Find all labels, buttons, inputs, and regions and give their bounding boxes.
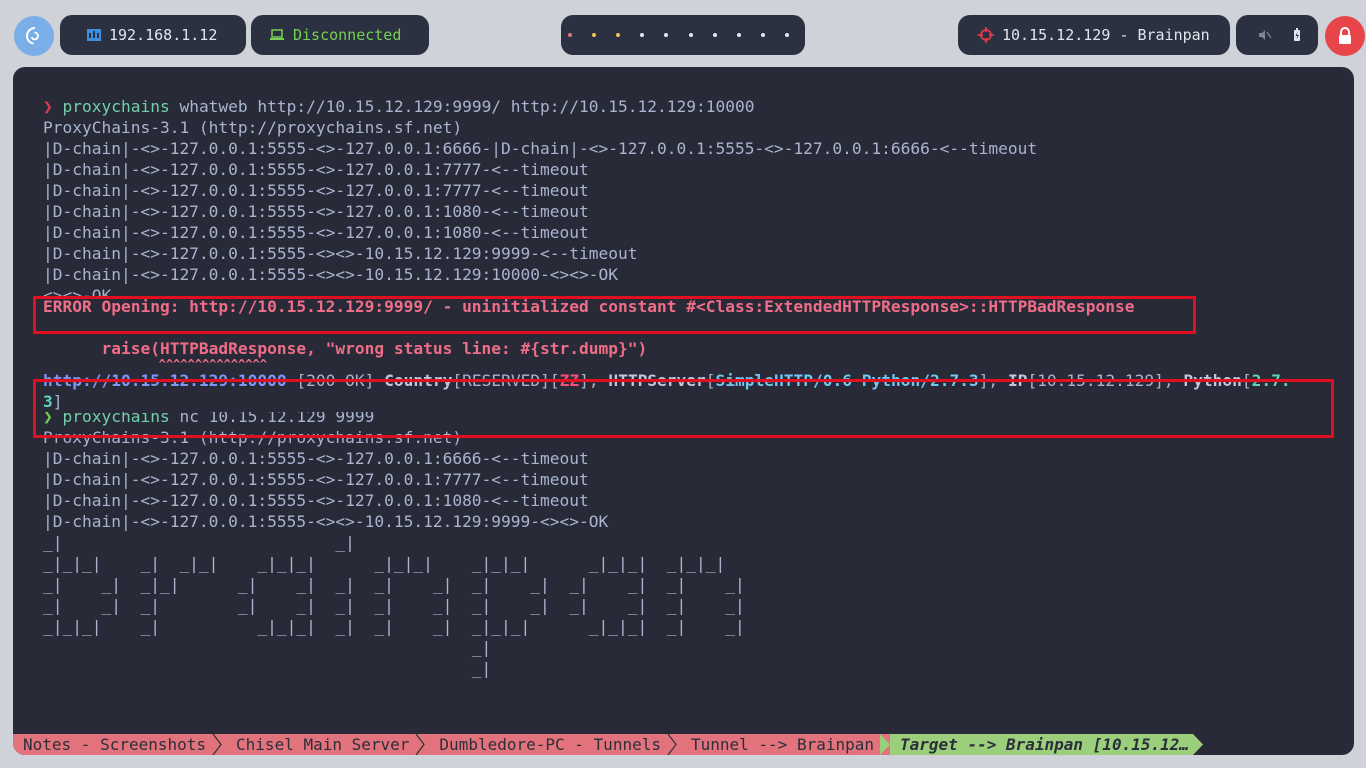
output-line: |D-chain|-<>-127.0.0.1:5555-<>-127.0.0.1… bbox=[43, 181, 589, 200]
output-line: ProxyChains-3.1 (http://proxychains.sf.n… bbox=[43, 428, 463, 447]
error-line: ERROR Opening: http://10.15.12.129:9999/… bbox=[43, 297, 1135, 316]
country-key: Country bbox=[384, 371, 453, 390]
workspace-5[interactable] bbox=[664, 33, 669, 37]
vpn-status-widget[interactable]: Disconnected bbox=[251, 15, 429, 55]
ip-key: IP bbox=[1007, 371, 1028, 390]
window-label: Notes - Screenshots bbox=[23, 735, 207, 754]
output-line: |D-chain|-<>-127.0.0.1:5555-<>-127.0.0.1… bbox=[43, 491, 589, 510]
prompt-line-2: ❯ proxychains nc 10.15.12.129 9999 bbox=[43, 412, 1344, 427]
whatweb-result-line-2: 3] bbox=[43, 392, 63, 411]
country-code: ZZ bbox=[559, 371, 580, 390]
volume-muted-icon[interactable] bbox=[1258, 28, 1272, 42]
output-line: <><>-OK bbox=[43, 286, 112, 296]
window-label: Dumbledore-PC - Tunnels bbox=[439, 735, 661, 754]
chevron-right-icon bbox=[667, 734, 677, 755]
workspace-7[interactable] bbox=[712, 33, 717, 37]
window-label: Tunnel --> Brainpan bbox=[690, 735, 875, 754]
workspace-3[interactable] bbox=[616, 33, 621, 37]
output-line: |D-chain|-<>-127.0.0.1:5555-<><>-10.15.1… bbox=[43, 265, 618, 284]
workspace-1[interactable] bbox=[568, 33, 572, 37]
banner-line: _| bbox=[43, 638, 492, 657]
output-line: |D-chain|-<>-127.0.0.1:5555-<>-127.0.0.1… bbox=[43, 160, 589, 179]
debian-logo-icon bbox=[25, 27, 39, 45]
local-ip-widget[interactable]: 192.168.1.12 bbox=[60, 15, 246, 55]
prompt-line-1: ❯ proxychains whatweb http://10.15.12.12… bbox=[43, 96, 1344, 117]
output-line: |D-chain|-<>-127.0.0.1:5555-<>-127.0.0.1… bbox=[43, 223, 589, 242]
tmux-window-1[interactable]: Notes - Screenshots bbox=[13, 734, 227, 755]
chevron-right-icon bbox=[880, 734, 891, 755]
tmux-window-2[interactable]: Chisel Main Server bbox=[226, 734, 430, 755]
server-value: SimpleHTTP/0.6 Python/2.7.3 bbox=[715, 371, 979, 390]
laptop-icon bbox=[270, 29, 284, 40]
python-value: 2.7. bbox=[1251, 371, 1291, 390]
local-ip-text: 192.168.1.12 bbox=[109, 26, 218, 44]
output-line: ProxyChains-3.1 (http://proxychains.sf.n… bbox=[43, 118, 463, 137]
banner-line: _| _| _|_| _| _| _| _| _| _| _| _| _| _|… bbox=[43, 575, 745, 594]
os-menu-button[interactable] bbox=[14, 16, 54, 56]
command-args: whatweb http://10.15.12.129:9999/ http:/… bbox=[169, 97, 755, 116]
banner-line: _|_|_| _| _|_| _|_|_| _|_|_| _|_|_| _|_|… bbox=[43, 554, 726, 573]
python-key: Python bbox=[1183, 371, 1242, 390]
command-binary: proxychains bbox=[62, 97, 170, 116]
chevron-right-icon bbox=[212, 734, 222, 755]
output-line: |D-chain|-<>-127.0.0.1:5555-<>-127.0.0.1… bbox=[43, 202, 589, 221]
system-tray bbox=[1236, 15, 1318, 55]
command-args: nc 10.15.12.129 9999 bbox=[169, 412, 375, 426]
output-line: |D-chain|-<>-127.0.0.1:5555-<><>-10.15.1… bbox=[43, 512, 609, 531]
crosshair-icon bbox=[978, 27, 994, 43]
workspace-2[interactable] bbox=[592, 33, 597, 37]
workspace-9[interactable] bbox=[760, 33, 765, 37]
terminal-output: ❯ proxychains whatweb http://10.15.12.12… bbox=[43, 96, 1344, 679]
tmux-window-active[interactable]: Target --> Brainpan [10.15.12… bbox=[890, 734, 1203, 755]
whatweb-result-line-1: http://10.15.12.129:10000 [200 OK] Count… bbox=[43, 371, 1291, 390]
top-bar: 192.168.1.12 Disconnected 10.15.12.129 -… bbox=[0, 0, 1366, 68]
banner-line: _| _| bbox=[43, 533, 355, 552]
banner-line: _| bbox=[43, 659, 492, 678]
window-label: Target --> Brainpan [10.15.12… bbox=[900, 735, 1189, 754]
result-status: [200 OK] bbox=[286, 371, 385, 390]
workspace-switcher[interactable] bbox=[561, 15, 805, 55]
tmux-window-3[interactable]: Dumbledore-PC - Tunnels bbox=[429, 734, 681, 755]
tmux-window-4[interactable]: Tunnel --> Brainpan bbox=[680, 734, 895, 755]
prompt-symbol: ❯ bbox=[43, 412, 53, 426]
lock-button[interactable] bbox=[1325, 16, 1365, 56]
workspace-10[interactable] bbox=[784, 33, 789, 37]
country-value: RESERVED bbox=[462, 371, 541, 390]
chevron-right-icon bbox=[415, 734, 426, 755]
terminal-window[interactable]: ❯ proxychains whatweb http://10.15.12.12… bbox=[13, 67, 1354, 755]
tmux-status-bar: Notes - Screenshots Chisel Main Server D… bbox=[13, 734, 1354, 755]
workspace-8[interactable] bbox=[736, 33, 741, 37]
banner-line: _| _| _| _| _| _| _| _| _| _| _| _| _| _… bbox=[43, 596, 745, 615]
prompt-symbol: ❯ bbox=[43, 97, 53, 116]
output-line: |D-chain|-<>-127.0.0.1:5555-<>-127.0.0.1… bbox=[43, 449, 589, 468]
network-icon bbox=[87, 29, 101, 41]
target-widget[interactable]: 10.15.12.129 - Brainpan bbox=[958, 15, 1230, 55]
chevron-right-icon bbox=[1193, 734, 1203, 755]
workspace-6[interactable] bbox=[688, 33, 693, 37]
caret-line: ^^^^^^^^^^^^^^^ bbox=[43, 359, 267, 368]
output-line: |D-chain|-<>-127.0.0.1:5555-<>-127.0.0.1… bbox=[43, 139, 1038, 158]
raise-line: raise(HTTPBadResponse, "wrong status lin… bbox=[43, 339, 648, 358]
result-url: http://10.15.12.129:10000 bbox=[43, 371, 287, 390]
output-line: |D-chain|-<>-127.0.0.1:5555-<>-127.0.0.1… bbox=[43, 470, 589, 489]
ip-value: 10.15.12.129 bbox=[1037, 371, 1155, 390]
python-value-wrap: 3 bbox=[43, 392, 53, 411]
output-line: |D-chain|-<>-127.0.0.1:5555-<><>-10.15.1… bbox=[43, 244, 638, 263]
banner-line: _|_|_| _| _|_|_| _| _| _| _|_|_| _|_|_| … bbox=[43, 617, 745, 636]
battery-icon[interactable] bbox=[1292, 28, 1302, 42]
command-binary: proxychains bbox=[62, 412, 170, 426]
vpn-status-text: Disconnected bbox=[293, 26, 402, 44]
workspace-4[interactable] bbox=[640, 33, 645, 37]
server-key: HTTPServer bbox=[608, 371, 706, 390]
window-label: Chisel Main Server bbox=[236, 735, 410, 754]
target-text: 10.15.12.129 - Brainpan bbox=[1002, 26, 1210, 44]
lock-icon bbox=[1339, 27, 1351, 44]
